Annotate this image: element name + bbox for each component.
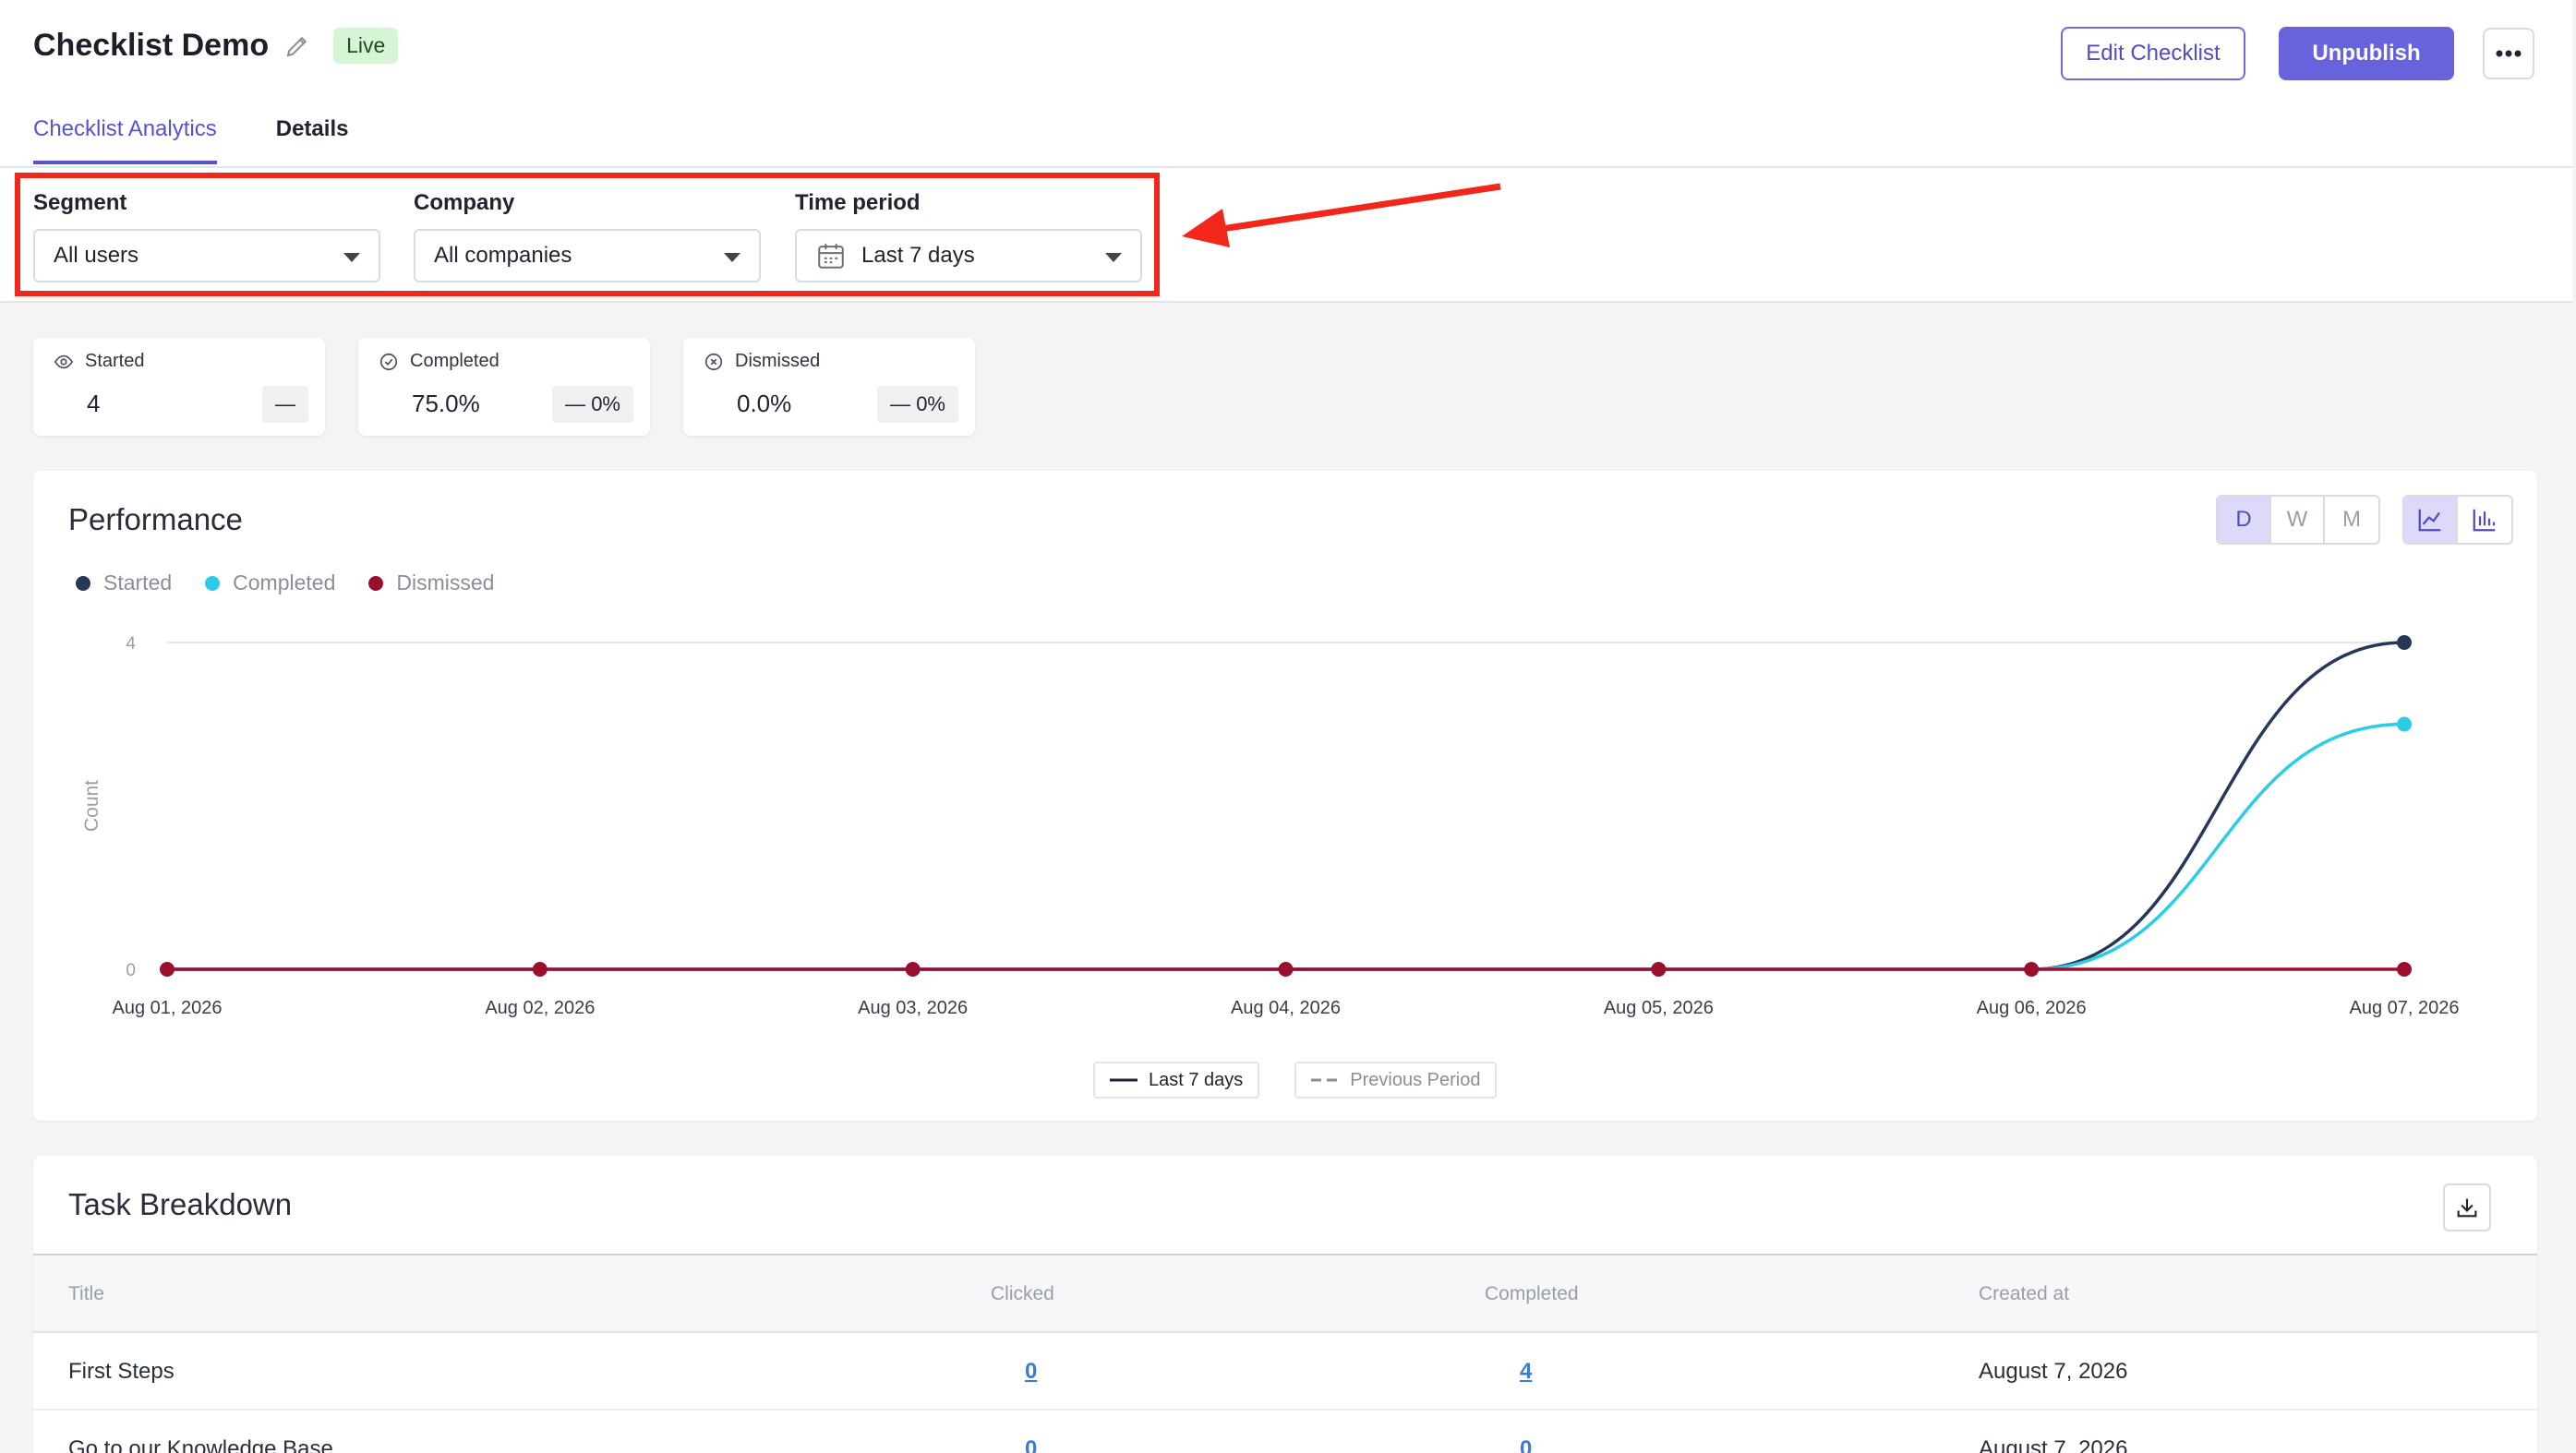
- status-badge: Live: [333, 28, 399, 64]
- check-circle-icon: [379, 353, 398, 370]
- x-tick-label: Aug 02, 2026: [485, 998, 595, 1018]
- stat-value: 75.0%: [412, 390, 480, 417]
- data-point-completed: [2397, 716, 2412, 732]
- data-point-dismissed: [1651, 962, 1667, 977]
- stat-label: Dismissed: [735, 351, 821, 371]
- period-previous-label: Previous Period: [1350, 1069, 1481, 1090]
- time-period-value: Last 7 days: [861, 243, 975, 268]
- x-tick-label: Aug 03, 2026: [858, 998, 968, 1018]
- column-header-clicked[interactable]: Clicked: [991, 1283, 1054, 1305]
- company-label: Company: [414, 190, 515, 215]
- segment-label: Segment: [33, 190, 127, 215]
- x-tick-label: Aug 07, 2026: [2350, 998, 2460, 1018]
- data-point-dismissed: [1278, 962, 1294, 977]
- data-point-dismissed: [905, 962, 921, 977]
- segment-value: All users: [54, 243, 139, 268]
- task-title: First Steps: [68, 1359, 175, 1384]
- stat-header: Dismissed: [704, 351, 820, 372]
- stat-label: Started: [85, 351, 145, 371]
- x-tick-label: Aug 01, 2026: [113, 998, 223, 1018]
- chevron-down-icon: [343, 253, 360, 262]
- task-title: Go to our Knowledge Base: [68, 1436, 333, 1453]
- task-completed-link[interactable]: 0: [1520, 1436, 1532, 1453]
- data-point-dismissed: [2397, 962, 2412, 977]
- company-select[interactable]: All companies: [414, 229, 761, 282]
- x-tick-label: Aug 06, 2026: [1977, 998, 2087, 1018]
- stat-header: Completed: [379, 351, 500, 372]
- data-point-started: [2397, 635, 2412, 650]
- performance-panel: Performance D W M Started Completed Dism…: [33, 471, 2537, 1121]
- x-tick-label: Aug 05, 2026: [1604, 998, 1714, 1018]
- page-title: Checklist Demo: [33, 28, 270, 63]
- eye-icon: [54, 354, 74, 368]
- stat-card-started: Started 4 —: [33, 338, 325, 436]
- calendar-icon: [818, 244, 844, 269]
- stat-delta: — 0%: [552, 386, 633, 423]
- performance-chart: 0 4 Count Aug 01, 2026 Aug 02, 2026 Aug 03, 2…: [81, 634, 2460, 1018]
- ellipsis-icon: [2496, 50, 2522, 57]
- data-point-dismissed: [532, 962, 548, 977]
- stat-card-dismissed: Dismissed 0.0% — 0%: [683, 338, 975, 436]
- download-icon: [2457, 1198, 2477, 1218]
- series-line-completed: [167, 722, 2405, 971]
- task-breakdown-title: Task Breakdown: [68, 1187, 293, 1221]
- time-period-select[interactable]: Last 7 days: [795, 229, 1142, 282]
- more-options-button[interactable]: [2483, 28, 2534, 79]
- stat-value: 4: [87, 390, 101, 417]
- time-period-label: Time period: [795, 190, 921, 215]
- task-breakdown-panel: Task Breakdown Title Clicked Completed C…: [33, 1156, 2537, 1453]
- data-point-dismissed: [2024, 962, 2040, 977]
- task-created-at: August 7, 2026: [1979, 1436, 2128, 1453]
- edit-checklist-button[interactable]: Edit Checklist: [2061, 27, 2245, 80]
- y-tick-label: 4: [126, 634, 136, 654]
- period-previous-toggle[interactable]: Previous Period: [1294, 1062, 1498, 1099]
- dashed-line-icon: [1311, 1078, 1340, 1082]
- chevron-down-icon: [724, 253, 740, 262]
- segment-filter: Segment All users: [33, 190, 380, 282]
- chevron-down-icon: [1105, 253, 1122, 262]
- table-header: Title Clicked Completed Created at: [33, 1254, 2537, 1333]
- period-current-label: Last 7 days: [1149, 1069, 1244, 1090]
- tab-details[interactable]: Details: [276, 116, 349, 164]
- unpublish-button[interactable]: Unpublish: [2279, 27, 2454, 80]
- y-tick-label: 0: [126, 961, 136, 980]
- data-point-dismissed: [160, 962, 175, 977]
- stat-value: 0.0%: [737, 390, 792, 417]
- table-row: Go to our Knowledge Base 0 0 August 7, 2…: [33, 1411, 2537, 1453]
- task-completed-link[interactable]: 4: [1520, 1359, 1532, 1385]
- title-row: Checklist Demo Live: [33, 28, 399, 64]
- series-line-started: [167, 641, 2405, 971]
- column-header-created-at[interactable]: Created at: [1979, 1283, 2069, 1305]
- period-legend: Last 7 days Previous Period: [1093, 1062, 1532, 1099]
- annotation-arrow: [1182, 183, 1501, 247]
- company-filter: Company All companies: [414, 190, 761, 282]
- stat-delta: —: [262, 386, 308, 423]
- time-period-filter: Time period Last 7 days: [795, 190, 1142, 282]
- stat-header: Started: [54, 351, 144, 372]
- company-value: All companies: [434, 243, 572, 268]
- tab-bar: Checklist Analytics Details: [33, 116, 407, 164]
- period-current-toggle[interactable]: Last 7 days: [1093, 1062, 1260, 1099]
- column-header-completed[interactable]: Completed: [1485, 1283, 1579, 1305]
- x-tick-label: Aug 04, 2026: [1231, 998, 1341, 1018]
- task-clicked-link[interactable]: 0: [1025, 1436, 1037, 1453]
- stat-card-completed: Completed 75.0% — 0%: [358, 338, 650, 436]
- column-header-title[interactable]: Title: [68, 1283, 104, 1305]
- y-axis-label: Count: [81, 780, 102, 832]
- pencil-icon[interactable]: [283, 32, 311, 60]
- segment-select[interactable]: All users: [33, 229, 380, 282]
- stat-label: Completed: [410, 351, 500, 371]
- tab-checklist-analytics[interactable]: Checklist Analytics: [33, 116, 217, 164]
- stat-delta: — 0%: [877, 386, 958, 423]
- solid-line-icon: [1110, 1078, 1138, 1082]
- page-header: Checklist Demo Live Edit Checklist Unpub…: [0, 0, 2572, 168]
- task-clicked-link[interactable]: 0: [1025, 1359, 1037, 1385]
- task-created-at: August 7, 2026: [1979, 1359, 2128, 1384]
- x-circle-icon: [704, 353, 723, 370]
- download-button[interactable]: [2443, 1183, 2491, 1231]
- table-row: First Steps 0 4 August 7, 2026: [33, 1333, 2537, 1411]
